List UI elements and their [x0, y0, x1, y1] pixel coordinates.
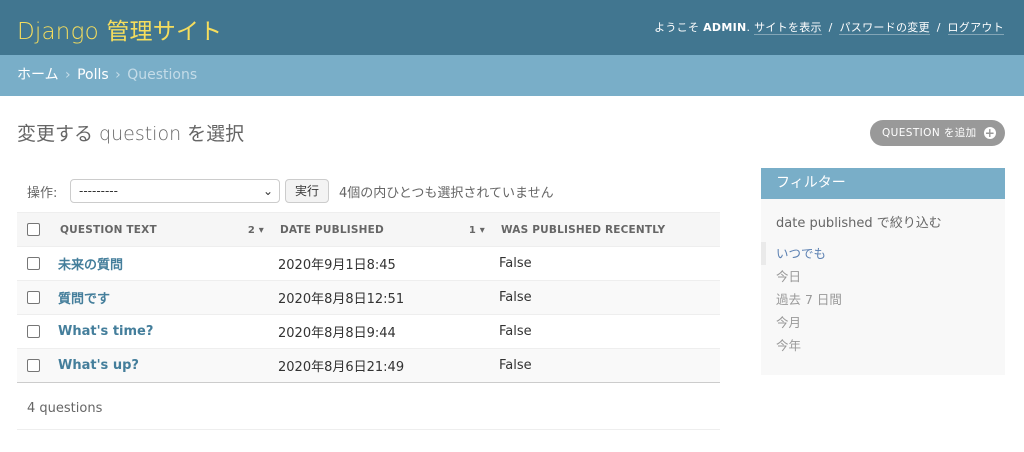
- sort-priority: 2: [247, 225, 256, 236]
- chevron-down-icon: ⌄: [262, 184, 273, 198]
- table-row: What's up? 2020年8月6日21:49 False: [17, 348, 720, 383]
- breadcrumb-home[interactable]: ホーム: [17, 67, 59, 83]
- separator: /: [936, 21, 941, 34]
- go-button[interactable]: 実行: [285, 179, 329, 203]
- filter-list: いつでも 今日 過去 7 日間 今月 今年: [761, 242, 842, 357]
- question-link[interactable]: What's up?: [58, 358, 139, 373]
- sort-descending-icon: ▾: [479, 225, 485, 236]
- action-select[interactable]: --------- ⌄: [70, 179, 280, 203]
- date-cell: 2020年9月1日8:45: [272, 246, 493, 281]
- column-question-text[interactable]: QUESTION TEXT 2 ▾: [52, 212, 272, 247]
- row-select-cell: [17, 280, 52, 315]
- question-link[interactable]: 未来の質問: [58, 258, 123, 273]
- logout-link[interactable]: ログアウト: [947, 21, 1004, 35]
- date-cell: 2020年8月6日21:49: [272, 348, 493, 383]
- add-question-label: QUESTION を追加: [882, 127, 977, 139]
- question-cell: What's time?: [52, 314, 272, 349]
- filter-option-this-year[interactable]: 今年: [761, 334, 842, 357]
- filter-option-any[interactable]: いつでも: [761, 242, 842, 265]
- date-value: 2020年9月1日8:45: [278, 258, 396, 273]
- column-date-published[interactable]: DATE PUBLISHED 1 ▾: [272, 212, 493, 247]
- site-title[interactable]: Django 管理サイト: [17, 12, 222, 46]
- column-label: WAS PUBLISHED RECENTLY: [501, 224, 666, 236]
- column-label: QUESTION TEXT: [60, 224, 157, 236]
- date-value: 2020年8月8日9:44: [278, 326, 396, 341]
- table-row: What's time? 2020年8月8日9:44 False: [17, 314, 720, 349]
- action-counter: 4個の内ひとつも選択されていません: [339, 186, 554, 201]
- breadcrumb-separator: ›: [65, 67, 71, 83]
- filter-heading: フィルター: [761, 168, 1005, 199]
- column-was-published-recently: WAS PUBLISHED RECENTLY: [493, 212, 720, 247]
- filter-option-this-month[interactable]: 今月: [761, 311, 842, 334]
- sort-descending-icon: ▾: [258, 225, 264, 236]
- row-checkbox[interactable]: [27, 359, 40, 372]
- date-cell: 2020年8月8日12:51: [272, 280, 493, 315]
- recent-cell: False: [493, 246, 720, 281]
- action-select-value: ---------: [79, 184, 118, 198]
- row-select-cell: [17, 314, 52, 349]
- user-tools: ようこそ ADMIN. サイトを表示 / パスワードの変更 / ログアウト: [654, 21, 1004, 35]
- row-checkbox[interactable]: [27, 257, 40, 270]
- breadcrumb-polls[interactable]: Polls: [77, 67, 109, 83]
- question-link[interactable]: 質問です: [58, 292, 110, 307]
- actions-bar: 操作: --------- ⌄ 実行 4個の内ひとつも選択されていません: [17, 174, 720, 210]
- row-checkbox[interactable]: [27, 325, 40, 338]
- add-question-button[interactable]: QUESTION を追加 +: [870, 120, 1005, 146]
- table-header-row: QUESTION TEXT 2 ▾ DATE PUBLISHED 1 ▾ WAS…: [17, 212, 720, 247]
- select-all-checkbox[interactable]: [27, 223, 40, 236]
- question-cell: 未来の質問: [52, 246, 272, 281]
- sort-info[interactable]: 2 ▾: [248, 225, 264, 236]
- filter-option-past-7-days[interactable]: 過去 7 日間: [761, 288, 842, 311]
- question-cell: 質問です: [52, 280, 272, 315]
- recent-value: False: [499, 324, 532, 339]
- column-label: DATE PUBLISHED: [280, 224, 384, 236]
- date-value: 2020年8月8日12:51: [278, 292, 405, 307]
- breadcrumb-current: Questions: [127, 67, 198, 83]
- recent-cell: False: [493, 314, 720, 349]
- view-site-link[interactable]: サイトを表示: [754, 21, 822, 35]
- separator: /: [828, 21, 833, 34]
- username: ADMIN: [703, 21, 747, 34]
- filter-panel: フィルター date published で絞り込む いつでも 今日 過去 7 …: [761, 168, 1005, 375]
- table-row: 質問です 2020年8月8日12:51 False: [17, 280, 720, 315]
- change-password-link[interactable]: パスワードの変更: [839, 21, 930, 35]
- question-link[interactable]: What's time?: [58, 324, 153, 339]
- row-select-cell: [17, 246, 52, 281]
- table-row: 未来の質問 2020年9月1日8:45 False: [17, 246, 720, 281]
- paginator: 4 questions: [17, 387, 720, 430]
- sort-info[interactable]: 1 ▾: [469, 225, 485, 236]
- select-all-cell: [17, 212, 52, 247]
- welcome-text: ようこそ: [654, 21, 700, 34]
- action-label: 操作:: [27, 186, 58, 201]
- recent-value: False: [499, 256, 532, 271]
- question-cell: What's up?: [52, 348, 272, 383]
- result-table: QUESTION TEXT 2 ▾ DATE PUBLISHED 1 ▾ WAS…: [17, 212, 720, 383]
- date-value: 2020年8月6日21:49: [278, 360, 405, 375]
- filter-title: date published で絞り込む: [776, 216, 942, 231]
- header: Django 管理サイト ようこそ ADMIN. サイトを表示 / パスワードの…: [0, 0, 1024, 55]
- breadcrumb-separator: ›: [115, 67, 121, 83]
- filter-option-today[interactable]: 今日: [761, 265, 842, 288]
- plus-icon: +: [984, 126, 996, 140]
- date-cell: 2020年8月8日9:44: [272, 314, 493, 349]
- sort-priority: 1: [468, 225, 477, 236]
- recent-value: False: [499, 358, 532, 373]
- breadcrumb: ホーム › Polls › Questions: [0, 55, 1024, 96]
- row-select-cell: [17, 348, 52, 383]
- recent-value: False: [499, 290, 532, 305]
- row-checkbox[interactable]: [27, 291, 40, 304]
- recent-cell: False: [493, 348, 720, 383]
- recent-cell: False: [493, 280, 720, 315]
- page-title: 変更する question を選択: [17, 123, 245, 145]
